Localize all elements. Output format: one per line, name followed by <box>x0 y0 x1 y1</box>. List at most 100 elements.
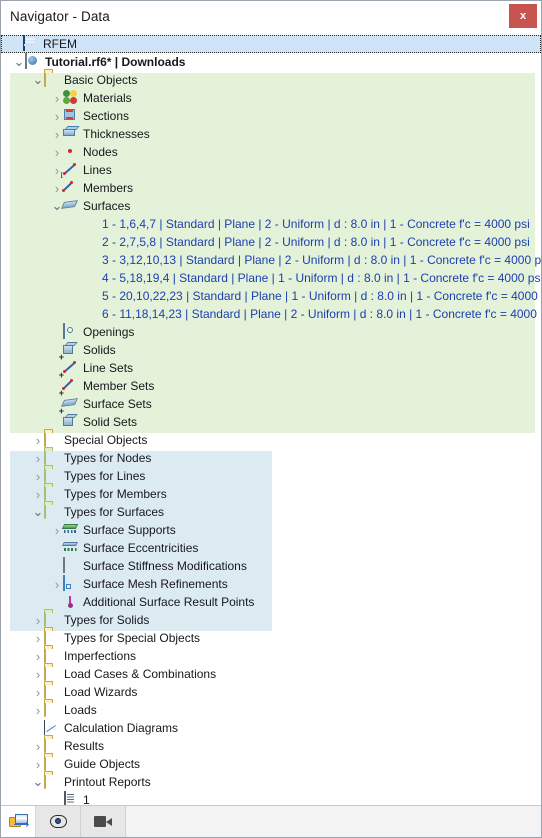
tree-item[interactable]: › Nodes <box>1 143 541 161</box>
tree-item[interactable]: › Load Wizards <box>1 683 541 701</box>
tree-item-label: Types for Special Objects <box>64 631 201 645</box>
node-icon <box>63 144 79 160</box>
display-tab[interactable] <box>36 806 81 837</box>
tree-item[interactable]: › Types for Lines <box>1 467 541 485</box>
chevron-down-icon[interactable]: ⌄ <box>32 71 44 89</box>
tree-item[interactable]: › Types for Members <box>1 485 541 503</box>
folder-icon <box>44 755 60 772</box>
tree-item[interactable]: 3 - 3,12,10,13 | Standard | Plane | 2 - … <box>1 251 541 269</box>
tree-item[interactable]: + Surface Sets <box>1 389 541 413</box>
tree-item-label: Load Wizards <box>64 685 138 699</box>
chevron-right-icon[interactable]: › <box>51 125 63 143</box>
tree-item-label: Surfaces <box>83 199 131 213</box>
tree-item[interactable]: ⌄ Types for Surfaces <box>1 503 541 521</box>
folder-icon <box>44 629 60 646</box>
folder-icon <box>44 737 60 754</box>
tree-item-label: Printout Reports <box>64 775 151 789</box>
tree-item-rfem-root[interactable]: RFEM <box>1 35 541 53</box>
folder-icon <box>44 71 60 88</box>
chevron-right-icon[interactable]: › <box>32 449 44 467</box>
chevron-right-icon[interactable]: › <box>32 665 44 683</box>
tree-item[interactable]: › Types for Nodes <box>1 449 541 467</box>
tree-item[interactable]: ⌄ Basic Objects <box>1 71 541 89</box>
tree-item[interactable]: Surface Stiffness Modifications <box>1 557 541 575</box>
tree-item-label: 2 - 2,7,5,8 | Standard | Plane | 2 - Uni… <box>102 235 530 249</box>
tree-item[interactable]: › I Members <box>1 171 541 197</box>
tree-item[interactable]: 6 - 11,18,14,23 | Standard | Plane | 2 -… <box>1 305 541 323</box>
chevron-down-icon[interactable]: ⌄ <box>32 773 44 791</box>
tree-item[interactable]: › Materials <box>1 89 541 107</box>
tree-item[interactable]: › Sections <box>1 107 541 125</box>
tree-item-label: Types for Lines <box>64 469 146 483</box>
chevron-right-icon[interactable]: › <box>51 107 63 125</box>
folder-green-icon <box>44 467 60 484</box>
tree-item[interactable]: Openings <box>1 323 541 341</box>
chevron-right-icon[interactable]: › <box>32 611 44 629</box>
chevron-right-icon[interactable]: › <box>32 467 44 485</box>
tree-item[interactable]: 2 - 2,7,5,8 | Standard | Plane | 2 - Uni… <box>1 233 541 251</box>
chevron-right-icon[interactable]: › <box>32 701 44 719</box>
tree-item[interactable]: › Special Objects <box>1 431 541 449</box>
surface-support-icon <box>63 522 79 538</box>
tree-item-label: Materials <box>83 91 132 105</box>
tree-item[interactable]: Additional Surface Result Points <box>1 593 541 611</box>
chevron-right-icon[interactable]: › <box>51 179 63 197</box>
chevron-right-icon[interactable]: › <box>32 431 44 449</box>
tree-item[interactable]: › Types for Solids <box>1 611 541 629</box>
chevron-right-icon[interactable]: › <box>32 737 44 755</box>
tree-item-project[interactable]: ⌄ Tutorial.rf6* | Downloads <box>1 53 541 71</box>
chevron-down-icon[interactable]: ⌄ <box>32 503 44 521</box>
tree-item[interactable]: + Member Sets <box>1 371 541 395</box>
tree-item[interactable]: Solids <box>1 341 541 359</box>
tree-item[interactable]: › Load Cases & Combinations <box>1 665 541 683</box>
data-navigator-tree[interactable]: RFEM ⌄ Tutorial.rf6* | Downloads ⌄ Basic Obj… <box>1 32 541 805</box>
member-icon: I <box>60 171 63 180</box>
navigator-data-tab[interactable]: ⟶ <box>1 806 36 837</box>
tree-item-label: Surface Eccentricities <box>83 541 199 555</box>
chevron-right-icon[interactable]: › <box>51 521 63 539</box>
chevron-right-icon[interactable]: › <box>32 755 44 773</box>
close-button[interactable]: x <box>509 4 537 28</box>
tree-item[interactable]: + Line Sets <box>1 352 541 377</box>
tree-item[interactable]: 1 - 1,6,4,7 | Standard | Plane | 2 - Uni… <box>1 215 541 233</box>
tree-item-label: Types for Surfaces <box>64 505 165 519</box>
tree-item[interactable]: ⌄ Surfaces <box>1 197 541 215</box>
tree-item[interactable]: › Thicknesses <box>1 125 541 143</box>
chevron-right-icon[interactable]: › <box>51 575 63 593</box>
chevron-right-icon[interactable]: › <box>32 485 44 503</box>
tree-item[interactable]: › Types for Special Objects <box>1 629 541 647</box>
tree-item[interactable]: 1 <box>1 791 541 805</box>
tree-item[interactable]: › Surface Mesh Refinements <box>1 575 541 593</box>
tree-item[interactable]: › Loads <box>1 701 541 719</box>
tree-item[interactable]: 4 - 5,18,19,4 | Standard | Plane | 1 - U… <box>1 269 541 287</box>
tree-item[interactable]: › Surface Supports <box>1 521 541 539</box>
chevron-right-icon[interactable]: › <box>32 629 44 647</box>
chevron-down-icon[interactable]: ⌄ <box>13 53 25 71</box>
chevron-right-icon[interactable]: › <box>32 647 44 665</box>
tree-item[interactable]: + Solid Sets <box>1 406 541 431</box>
folder-icon <box>44 665 60 682</box>
chevron-right-icon[interactable]: › <box>51 89 63 107</box>
surface-stiffness-icon <box>63 557 79 574</box>
views-tab[interactable] <box>81 806 126 837</box>
chevron-right-icon[interactable]: › <box>51 143 63 161</box>
tree-item-label: Solids <box>83 343 116 357</box>
solid-set-icon: + <box>58 406 64 416</box>
surface-item-icon <box>82 234 98 250</box>
tree-item[interactable]: › Lines <box>1 161 541 179</box>
line-set-icon: + <box>58 352 64 362</box>
model-file-icon <box>25 53 41 70</box>
chevron-right-icon[interactable]: › <box>32 683 44 701</box>
tree-item[interactable]: › Imperfections <box>1 647 541 665</box>
tree-item[interactable]: › Guide Objects <box>1 755 541 773</box>
tree-item[interactable]: › Results <box>1 737 541 755</box>
tree-item[interactable]: ⌄ Printout Reports <box>1 773 541 791</box>
report-icon <box>63 791 79 805</box>
window-title: Navigator - Data <box>10 9 110 24</box>
tree-item[interactable]: Calculation Diagrams <box>1 719 541 737</box>
tree-item[interactable]: 5 - 20,10,22,23 | Standard | Plane | 1 -… <box>1 287 541 305</box>
tree-item[interactable]: Surface Eccentricities <box>1 539 541 557</box>
